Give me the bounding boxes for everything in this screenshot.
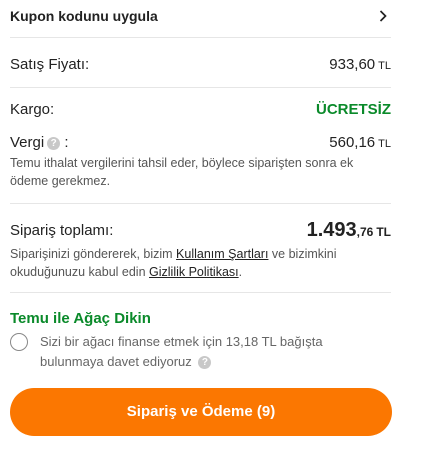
divider [10, 37, 391, 38]
tax-note: Temu ithalat vergilerini tahsil eder, bö… [10, 156, 354, 188]
tax-label-row: Vergi? : [10, 134, 69, 151]
order-total-label: Sipariş toplamı: [10, 222, 114, 239]
tax-amount: 560,16 [329, 134, 376, 151]
divider [10, 203, 391, 204]
terms-of-use-link[interactable]: Kullanım Şartları [176, 247, 268, 261]
order-total-value: 1.493,76 TL [307, 219, 391, 242]
tax-value: 560,16 TL [329, 134, 391, 151]
terms-before: Siparişinizi göndererek, bizim [10, 247, 177, 261]
order-total-decimal: ,76 [356, 225, 374, 239]
terms-text: Siparişinizi göndererek, bizim Kullanım … [10, 245, 385, 281]
privacy-policy-link[interactable]: Gizlilik Politikası [149, 265, 239, 279]
terms-after: . [238, 265, 243, 279]
tree-donation-radio[interactable] [10, 333, 28, 351]
sale-price-amount: 933,60 [329, 56, 376, 73]
divider [10, 87, 391, 88]
apply-coupon-row[interactable]: Kupon kodunu uygula [0, 0, 401, 36]
tax-separator: : [64, 134, 69, 151]
order-total-integer: 1.493 [306, 219, 357, 241]
tax-label: Vergi [10, 134, 45, 151]
chevron-right-icon [379, 10, 387, 22]
question-icon[interactable]: ? [198, 356, 212, 369]
tree-donation-label: Sizi bir ağacı finanse etmek için 13,18 … [40, 334, 323, 369]
place-order-button[interactable]: Sipariş ve Ödeme (9) [10, 388, 392, 436]
tree-planting-title: Temu ile Ağaç Dikin [10, 310, 151, 327]
order-total-currency: TL [376, 225, 391, 239]
shipping-value: ÜCRETSİZ [316, 101, 391, 118]
tree-donation-text: Sizi bir ağacı finanse etmek için 13,18 … [40, 332, 370, 372]
divider [10, 292, 391, 293]
sale-price-currency: TL [378, 60, 391, 72]
sale-price-label: Satış Fiyatı: [10, 56, 90, 73]
tax-currency: TL [378, 138, 391, 150]
coupon-label: Kupon kodunu uygula [10, 8, 158, 24]
question-icon[interactable]: ? [47, 137, 61, 150]
shipping-label: Kargo: [10, 101, 55, 118]
sale-price-value: 933,60 TL [329, 56, 391, 73]
